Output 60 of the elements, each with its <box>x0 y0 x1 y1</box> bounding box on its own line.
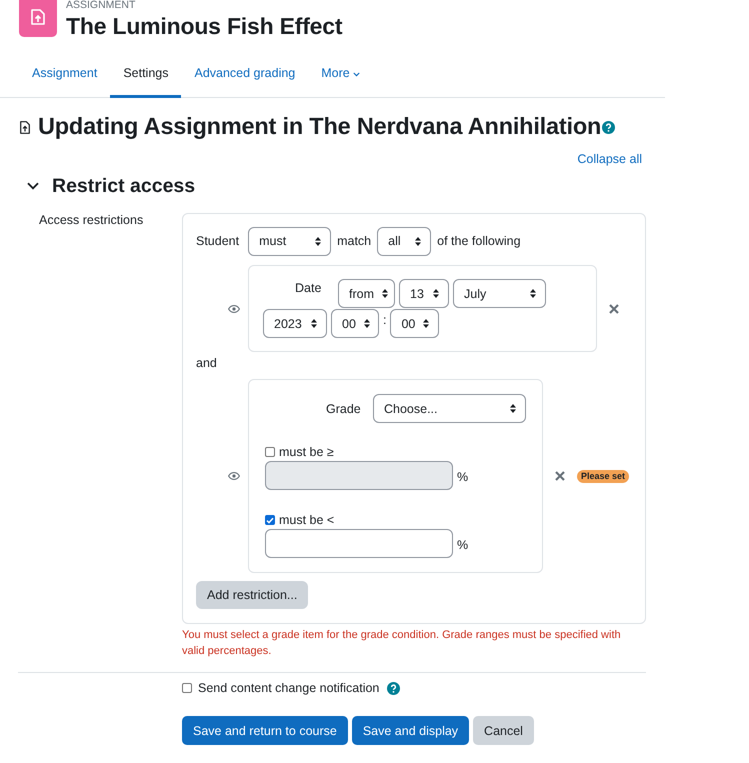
error-message: You must select a grade item for the grade condition. Grade ranges must be specified with valid percentages. <box>182 628 622 659</box>
delete-icon[interactable] <box>609 304 619 314</box>
updown-caret-icon <box>510 404 516 413</box>
percent-input-field[interactable] <box>265 529 453 558</box>
context-label: ASSIGNMENT <box>66 0 136 11</box>
help-icon[interactable] <box>387 682 400 694</box>
checkbox-label: must be < <box>279 513 334 527</box>
condition-label: Date <box>295 281 322 295</box>
page-heading: Updating Assignment in The Nerdvana Annihilation <box>38 112 602 140</box>
tab[interactable]: Assignment <box>19 57 110 98</box>
form-button[interactable]: Save and return to course <box>182 716 348 745</box>
tab[interactable]: Settings <box>110 57 182 98</box>
select-field[interactable]: 13 <box>399 279 449 308</box>
tab[interactable]: More <box>308 57 373 98</box>
page-title: The Luminous Fish Effect <box>66 13 342 39</box>
form-button[interactable]: Save and display <box>352 716 470 745</box>
assignment-icon <box>19 0 57 37</box>
field-label: Access restrictions <box>39 213 144 228</box>
match-label: match <box>337 234 372 248</box>
match-suffix: of the following <box>437 234 521 248</box>
select-field[interactable]: July <box>453 279 546 308</box>
delete-icon[interactable] <box>555 471 565 481</box>
eye-icon[interactable] <box>228 304 240 312</box>
document-icon <box>20 120 30 134</box>
select-field[interactable]: Choose... <box>373 394 526 423</box>
updown-caret-icon <box>530 289 536 298</box>
time-separator: : <box>383 312 386 326</box>
updown-caret-icon <box>311 319 317 328</box>
checkbox-label: Send content change notification <box>198 681 380 695</box>
select-field[interactable]: 00 <box>331 309 379 338</box>
updown-caret-icon <box>315 236 322 246</box>
section-title: Restrict access <box>52 174 196 198</box>
collapse-all-link[interactable]: Collapse all <box>577 152 642 166</box>
select-field[interactable]: must <box>248 226 332 256</box>
caret-icon <box>352 72 360 76</box>
updown-caret-icon <box>415 236 422 246</box>
updown-caret-icon <box>423 319 430 328</box>
percent-unit: % <box>457 538 468 552</box>
tab[interactable]: Advanced grading <box>181 57 308 98</box>
joiner-label: and <box>196 356 218 370</box>
checkbox[interactable] <box>265 515 275 525</box>
match-prefix: Student <box>196 234 240 248</box>
select-field[interactable]: from <box>338 279 395 308</box>
updown-caret-icon <box>433 289 439 298</box>
select-field[interactable]: 00 <box>390 309 440 338</box>
eye-icon[interactable] <box>228 472 240 480</box>
checkbox[interactable] <box>182 683 192 693</box>
updown-caret-icon <box>382 289 388 298</box>
warning-badge: Please set <box>577 470 630 482</box>
form-button[interactable]: Cancel <box>473 716 534 745</box>
percent-unit: % <box>457 470 468 484</box>
condition-label: Grade <box>326 402 362 416</box>
checkbox[interactable] <box>265 447 275 457</box>
updown-caret-icon <box>364 319 370 328</box>
select-field[interactable]: all <box>377 226 432 256</box>
chevron-icon[interactable] <box>27 182 39 190</box>
add-restriction-button[interactable]: Add restriction... <box>196 581 308 609</box>
help-icon[interactable] <box>602 121 616 134</box>
select-field[interactable]: 2023 <box>263 309 327 338</box>
checkbox-label: must be ≥ <box>279 445 334 459</box>
